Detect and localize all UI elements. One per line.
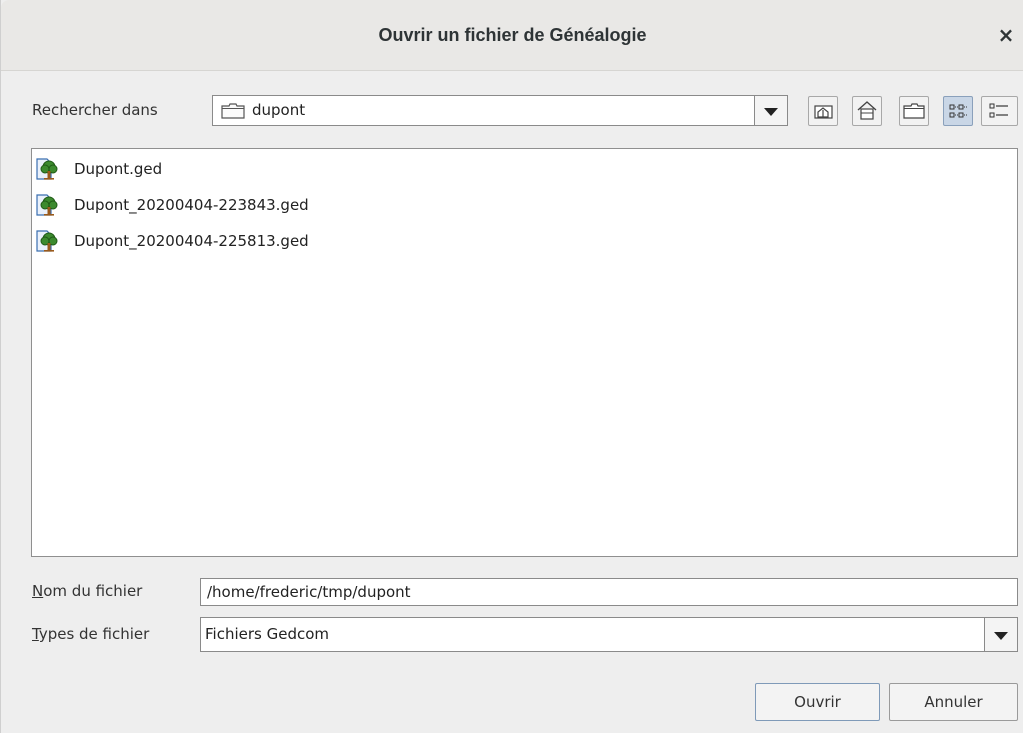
new-folder-button[interactable] <box>899 96 929 126</box>
close-button[interactable]: × <box>996 24 1016 46</box>
family-tree-icon <box>36 230 60 252</box>
filename-label: Nom du fichier <box>32 582 142 600</box>
chevron-down-icon <box>764 107 778 116</box>
look-in-dropdown-button[interactable] <box>754 96 787 125</box>
dialog-title: Ouvrir un fichier de Généalogie <box>378 25 647 45</box>
filetype-combo[interactable]: Fichiers Gedcom <box>200 617 1018 652</box>
home-button[interactable] <box>852 96 882 126</box>
details-view-icon <box>989 103 1008 118</box>
filetype-label-rest: ypes de fichier <box>38 625 150 643</box>
folder-icon <box>221 103 245 119</box>
up-folder-icon <box>814 105 833 119</box>
file-name: Dupont_20200404-225813.ged <box>74 232 309 250</box>
family-tree-icon <box>36 158 60 180</box>
filetype-value: Fichiers Gedcom <box>205 625 330 643</box>
file-name: Dupont_20200404-223843.ged <box>74 196 309 214</box>
look-in-combo[interactable]: dupont <box>212 95 788 126</box>
filename-label-rest: om du fichier <box>43 582 143 600</box>
filetype-label: Types de fichier <box>32 625 149 643</box>
chevron-down-icon <box>994 631 1008 640</box>
home-icon <box>857 101 877 120</box>
list-view-icon <box>949 104 967 118</box>
open-button[interactable]: Ouvrir <box>755 683 880 721</box>
title-bar[interactable]: Ouvrir un fichier de Généalogie × <box>1 0 1023 71</box>
filetype-dropdown-button[interactable] <box>984 618 1017 651</box>
look-in-label: Rechercher dans <box>32 101 158 119</box>
details-view-button[interactable] <box>981 96 1018 126</box>
filetype-label-mnemonic: T <box>32 625 39 643</box>
filename-field[interactable]: /home/frederic/tmp/dupont <box>200 578 1018 606</box>
file-list[interactable]: Dupont.ged Dupont_20200404-223843.ged Dupo… <box>31 148 1018 557</box>
file-chooser-dialog: Ouvrir un fichier de Généalogie × Recher… <box>0 0 1023 733</box>
family-tree-icon <box>36 194 60 216</box>
filename-label-mnemonic: N <box>32 582 44 600</box>
up-folder-button[interactable] <box>808 96 838 126</box>
file-name: Dupont.ged <box>74 160 163 178</box>
cancel-button[interactable]: Annuler <box>889 683 1018 721</box>
new-folder-icon <box>903 103 925 119</box>
list-view-button[interactable] <box>943 96 973 126</box>
look-in-value: dupont <box>252 101 306 119</box>
